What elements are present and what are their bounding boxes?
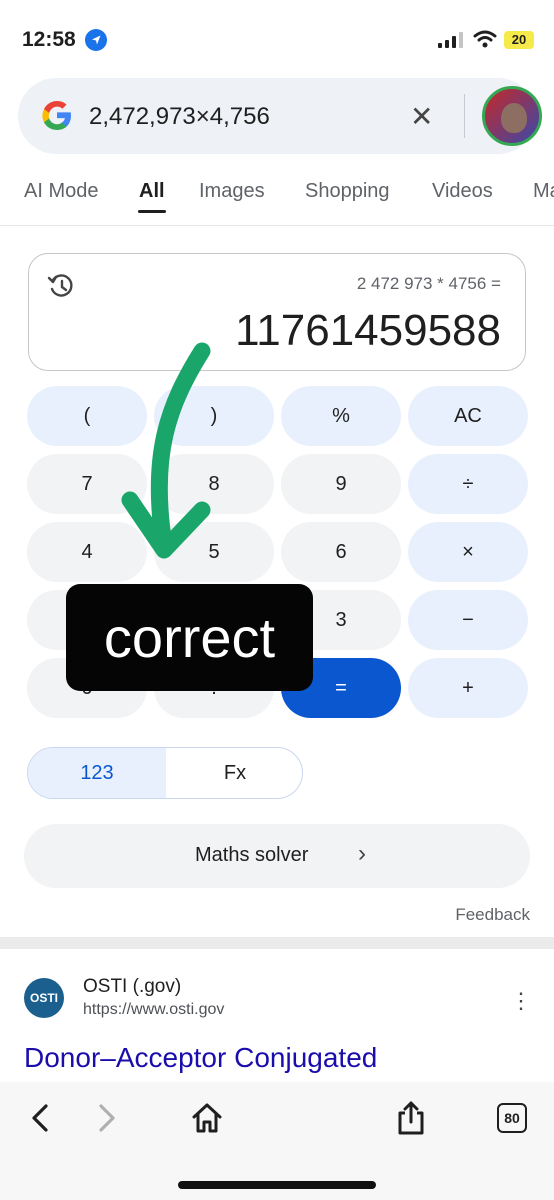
calculator-mode-toggle: 123 Fx: [27, 747, 303, 799]
tab-images[interactable]: Images: [199, 180, 265, 203]
search-tabs: AI Mode All Images Shopping Videos Ma: [0, 170, 554, 226]
avatar-face: [501, 103, 527, 133]
key-divide[interactable]: ÷: [408, 454, 528, 514]
close-icon[interactable]: ✕: [410, 100, 433, 133]
calculator-expression: 2 472 973 * 4756 =: [356, 274, 501, 293]
home-icon[interactable]: [189, 1100, 225, 1136]
share-icon[interactable]: [393, 1100, 429, 1136]
tabs-icon[interactable]: 80: [497, 1103, 527, 1133]
mode-basic-button[interactable]: 123: [28, 748, 166, 798]
green-arrow-annotation: [121, 342, 211, 559]
key-multiply[interactable]: ×: [408, 522, 528, 582]
signal-bars-icon: [438, 32, 463, 48]
tab-all[interactable]: All: [139, 180, 165, 203]
key-clear[interactable]: AC: [408, 386, 528, 446]
site-logo: OSTI: [24, 978, 64, 1018]
section-separator: [0, 937, 554, 949]
location-arrow-icon: [85, 29, 107, 51]
maths-solver-label: Maths solver: [195, 844, 309, 866]
key-6[interactable]: 6: [281, 522, 401, 582]
tab-more[interactable]: Ma: [533, 180, 554, 203]
search-query[interactable]: 2,472,973×4,756: [89, 103, 270, 131]
avatar[interactable]: [482, 86, 542, 146]
calculator-display: 2 472 973 * 4756 = 11761459588: [28, 253, 526, 371]
tab-videos[interactable]: Videos: [432, 180, 493, 203]
back-icon[interactable]: [24, 1100, 60, 1136]
status-time: 12:58: [22, 28, 76, 51]
result-title-link[interactable]: Donor–Acceptor Conjugated: [24, 1042, 377, 1074]
more-options-icon[interactable]: ⋮: [510, 988, 532, 1014]
tab-shopping[interactable]: Shopping: [305, 180, 390, 203]
status-bar: 12:58 20: [0, 0, 554, 70]
browser-toolbar: 80: [0, 1082, 554, 1200]
key-add[interactable]: +: [408, 658, 528, 718]
google-g-icon: [42, 101, 71, 130]
chevron-right-icon: ›: [358, 840, 366, 867]
battery-icon: 20: [504, 31, 534, 49]
tab-ai-mode[interactable]: AI Mode: [24, 180, 98, 203]
maths-solver-button[interactable]: Maths solver ›: [24, 824, 530, 888]
home-indicator: [178, 1181, 376, 1189]
result-url[interactable]: https://www.osti.gov: [83, 1001, 224, 1019]
search-divider: [464, 94, 465, 138]
calculator-result: 11761459588: [235, 306, 501, 355]
forward-icon[interactable]: [87, 1100, 123, 1136]
search-bar[interactable]: 2,472,973×4,756 ✕: [18, 78, 542, 154]
result-site-name[interactable]: OSTI (.gov): [83, 976, 181, 998]
wifi-icon: [473, 30, 497, 48]
mode-fx-button[interactable]: Fx: [166, 748, 302, 798]
key-percent[interactable]: %: [281, 386, 401, 446]
feedback-link[interactable]: Feedback: [455, 905, 530, 925]
key-subtract[interactable]: −: [408, 590, 528, 650]
key-9[interactable]: 9: [281, 454, 401, 514]
active-tab-indicator: [138, 210, 166, 213]
history-icon[interactable]: [47, 272, 75, 300]
correct-label: correct: [66, 584, 313, 691]
